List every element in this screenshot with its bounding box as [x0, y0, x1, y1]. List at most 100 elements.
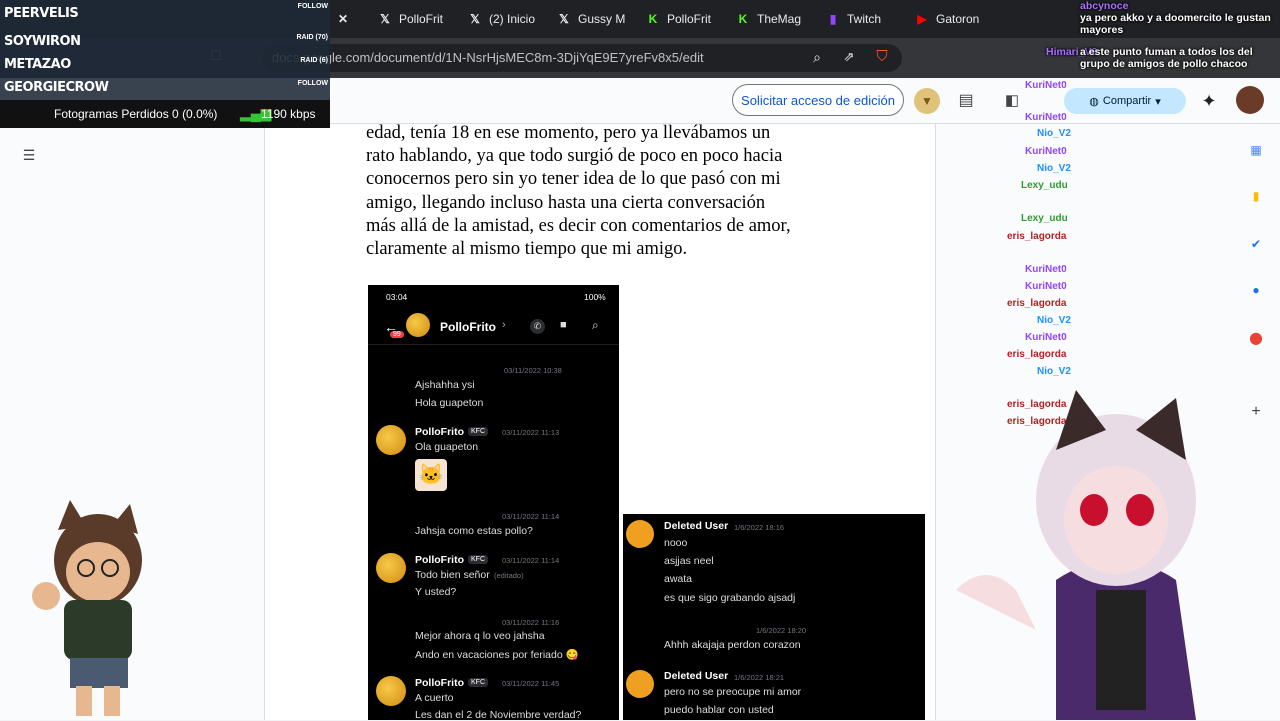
message-text: Ahhh akajaja perdon corazon: [664, 639, 801, 651]
text-line: amigo, llegando incluso hasta una cierta…: [366, 192, 766, 213]
role-tag: KFC: [468, 678, 488, 687]
call-icon: ✆: [530, 319, 545, 334]
chat-username: Nio_V2: [1037, 315, 1071, 326]
edited-label: (editado): [494, 571, 524, 580]
event-tag: FOLLOW: [297, 3, 328, 10]
message-text: es que sigo grabando ajsadj: [664, 592, 796, 604]
chat-username: KuriNet0: [1025, 332, 1067, 343]
message-timestamp: 1/6/2022 18:20: [756, 626, 807, 635]
status-time: 03:04: [386, 292, 408, 302]
twitch-logo-icon: ▮: [829, 12, 837, 26]
text-line: claramente al mismo tiempo que mi amigo.: [366, 239, 688, 260]
message-author: Deleted User: [664, 520, 729, 532]
text-line: rato hablando, ya que todo surgió de poc…: [366, 146, 783, 167]
close-icon: ✕: [337, 12, 349, 26]
search-icon: ⌕: [592, 318, 599, 332]
tab-twitch[interactable]: ▮ Twitch: [826, 7, 896, 31]
keep-icon[interactable]: ▮: [1248, 188, 1264, 204]
tab-themag-kick[interactable]: K TheMag: [736, 7, 806, 31]
stream-stats-bar: Fotogramas Perdidos 0 (0.0%) ▂▄▆ 1190 kb…: [0, 100, 330, 128]
message-text: Hola guapeton: [415, 397, 484, 409]
stream-event-list: PEERVELIS FOLLOW SOYWIRON RAID (70) META…: [0, 0, 330, 100]
message-text: pero no se preocupe mi amor: [664, 686, 802, 698]
chat-username: Nio_V2: [1037, 366, 1071, 377]
tab-inicio-x[interactable]: 𝕏 (2) Inicio: [468, 7, 538, 31]
contacts-icon[interactable]: ●: [1248, 282, 1264, 298]
message-text: Ola guapeton: [415, 441, 479, 453]
unread-badge: 99: [390, 331, 404, 338]
message-timestamp: 1/6/2022 18:21: [734, 673, 785, 682]
message-text: puedo hablar con usted: [664, 704, 774, 716]
chevron-right-icon: ›: [502, 319, 506, 331]
user-avatar: [376, 553, 406, 583]
message-timestamp: 1/6/2022 18:16: [734, 523, 785, 532]
message-timestamp: 03/11/2022 11:45: [502, 679, 560, 688]
chat-username: Nio_V2: [1037, 128, 1071, 139]
chat-username: KuriNet0: [1025, 264, 1067, 275]
role-tag: KFC: [468, 555, 488, 564]
tab-youtube[interactable]: ▶ Gatoron: [915, 7, 985, 31]
ticker-user: abcynoce: [1080, 0, 1129, 12]
contact-avatar: [406, 313, 430, 337]
user-avatar: [376, 425, 406, 455]
event-tag: RAID (70): [296, 34, 328, 41]
calendar-icon[interactable]: ▦: [1248, 142, 1264, 158]
video-icon: ■: [560, 319, 567, 331]
message-author: Deleted User: [664, 670, 729, 682]
message-timestamp: 03/11/2022 11:14: [502, 512, 560, 521]
close-tab-button[interactable]: ✕: [336, 7, 354, 31]
chat-username: KuriNet0: [1025, 112, 1067, 123]
role-tag: KFC: [468, 427, 488, 436]
message-author: PolloFrito: [415, 426, 464, 438]
tab-pollofrito-kick[interactable]: K PolloFrit: [646, 7, 716, 31]
chat-username: Nio_V2: [1037, 163, 1071, 174]
document-paragraph: edad, tenía 18 en ese momento, pero ya l…: [366, 122, 846, 261]
kick-logo-icon: K: [738, 12, 748, 26]
message-text: Ajshahha ysi: [415, 379, 475, 391]
contact-name: PolloFrito: [440, 320, 496, 334]
tab-pollofrito-x[interactable]: 𝕏 PolloFrit: [378, 7, 448, 31]
address-bar[interactable]: docs.google.com/document/d/1N-NsrHjsMEC8…: [262, 44, 902, 72]
discord-avatar: [626, 520, 654, 548]
message-text: Todo bien señor: [415, 569, 490, 581]
cat-sticker: 🐱: [415, 459, 447, 491]
url-text: docs.google.com/document/d/1N-NsrHjsMEC8…: [272, 50, 704, 65]
brave-shield-icon[interactable]: ⛉: [872, 46, 892, 66]
zoom-icon[interactable]: ⌕: [808, 48, 826, 66]
outline-icon[interactable]: ☰: [20, 146, 38, 164]
phone-chat-screenshot: 03:04 100% ← 99 PolloFrito › ✆ ■ ⌕ 03/11…: [368, 285, 619, 721]
chat-username: KuriNet0: [1025, 80, 1067, 91]
request-edit-access-button[interactable]: Solicitar acceso de edición: [732, 84, 904, 116]
tasks-icon[interactable]: ✔: [1248, 236, 1264, 252]
maps-icon[interactable]: ⬤: [1248, 330, 1264, 346]
chat-message: ?? ?? ?? ?? ?? ??: [1085, 146, 1166, 157]
add-icon[interactable]: +: [1248, 403, 1264, 420]
bitrate: 1190 kbps: [261, 107, 316, 121]
x-logo-icon: 𝕏: [470, 12, 480, 26]
dropped-frames: Fotogramas Perdidos 0 (0.0%): [54, 107, 218, 121]
event-name: METAZAO: [4, 57, 71, 72]
chat-username: Lexy_udu: [1021, 180, 1068, 191]
event-name: GEORGIECROW: [4, 80, 109, 95]
chat-username: Lexy_udu: [1021, 213, 1068, 224]
youtube-logo-icon: ▶: [917, 12, 927, 26]
text-line: conocernos pero sin yo tener idea de lo …: [366, 169, 781, 190]
message-timestamp: 03/11/2022 11:14: [502, 556, 560, 565]
message-author: PolloFrito: [415, 554, 464, 566]
ticker-message: ya pero akko y a doomercito le gustan ma…: [1080, 12, 1271, 36]
message-text: Y usted?: [415, 586, 457, 598]
vtuber-avatar-right: [956, 390, 1196, 720]
message-text: Les dan el 2 de Noviembre verdad?: [415, 709, 582, 721]
text-line: edad, tenía 18 en ese momento, pero ya l…: [366, 123, 771, 143]
x-logo-icon: 𝕏: [559, 12, 569, 26]
discord-chat-screenshot: Deleted User 1/6/2022 18:16 nooo asjjas …: [623, 514, 925, 720]
message-text: Mejor ahora q lo veo jahsha: [415, 630, 545, 642]
chat-username: eris_lagorda: [1007, 298, 1067, 309]
share-page-icon[interactable]: ⇗: [840, 48, 858, 66]
discord-avatar: [626, 670, 654, 698]
tab-gussy-x[interactable]: 𝕏 Gussy M: [557, 7, 627, 31]
event-tag: RAID (6): [300, 57, 328, 64]
message-text: Jahsja como estas pollo?: [415, 525, 533, 537]
chat-username: KuriNet0: [1025, 281, 1067, 292]
divider: [368, 344, 619, 345]
